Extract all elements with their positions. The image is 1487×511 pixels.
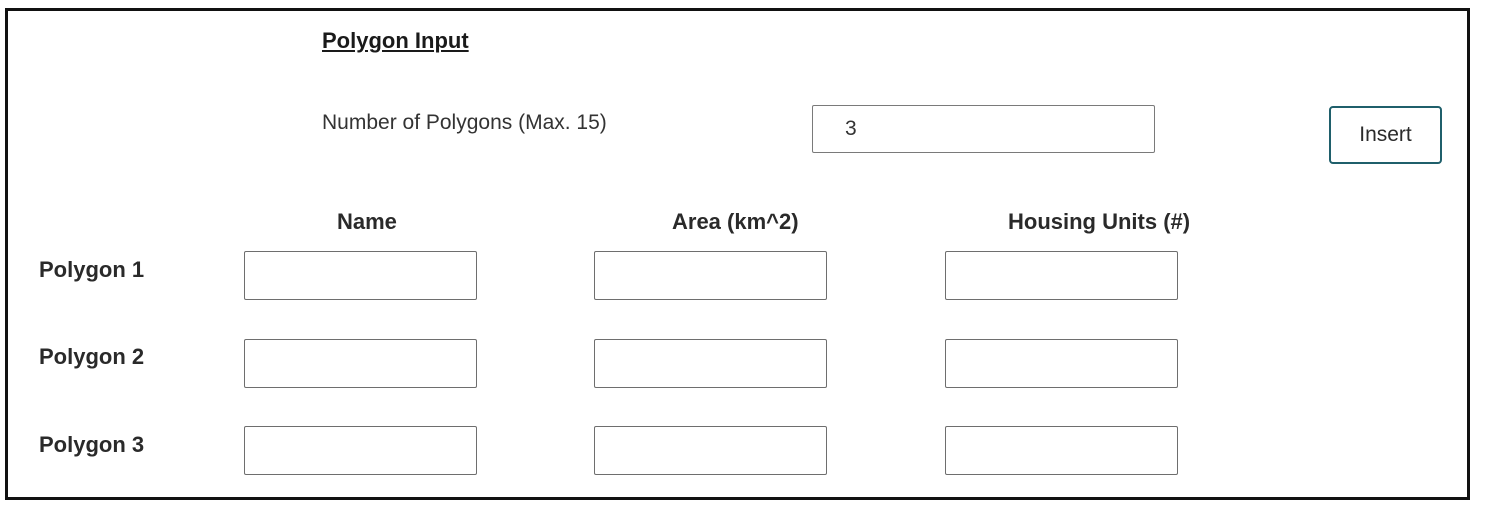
column-header-area: Area (km^2)	[672, 209, 799, 234]
column-header-housing-units: Housing Units (#)	[1008, 209, 1191, 234]
polygon-3-name-input[interactable]	[244, 426, 477, 475]
polygon-1-housing-units-input[interactable]	[945, 251, 1178, 300]
row-label-polygon-1: Polygon 1	[39, 257, 145, 282]
polygon-2-area-input[interactable]	[594, 339, 827, 388]
polygon-2-name-input[interactable]	[244, 339, 477, 388]
polygon-1-area-input[interactable]	[594, 251, 827, 300]
polygon-3-housing-units-input[interactable]	[945, 426, 1178, 475]
section-title: Polygon Input	[322, 28, 469, 53]
polygon-count-label: Number of Polygons (Max. 15)	[322, 111, 607, 134]
insert-button[interactable]: Insert	[1329, 106, 1442, 164]
polygon-count-input[interactable]	[812, 105, 1155, 153]
row-label-polygon-3: Polygon 3	[39, 432, 145, 457]
polygon-1-name-input[interactable]	[244, 251, 477, 300]
column-header-name: Name	[337, 209, 397, 234]
polygon-2-housing-units-input[interactable]	[945, 339, 1178, 388]
polygon-3-area-input[interactable]	[594, 426, 827, 475]
row-label-polygon-2: Polygon 2	[39, 344, 145, 369]
